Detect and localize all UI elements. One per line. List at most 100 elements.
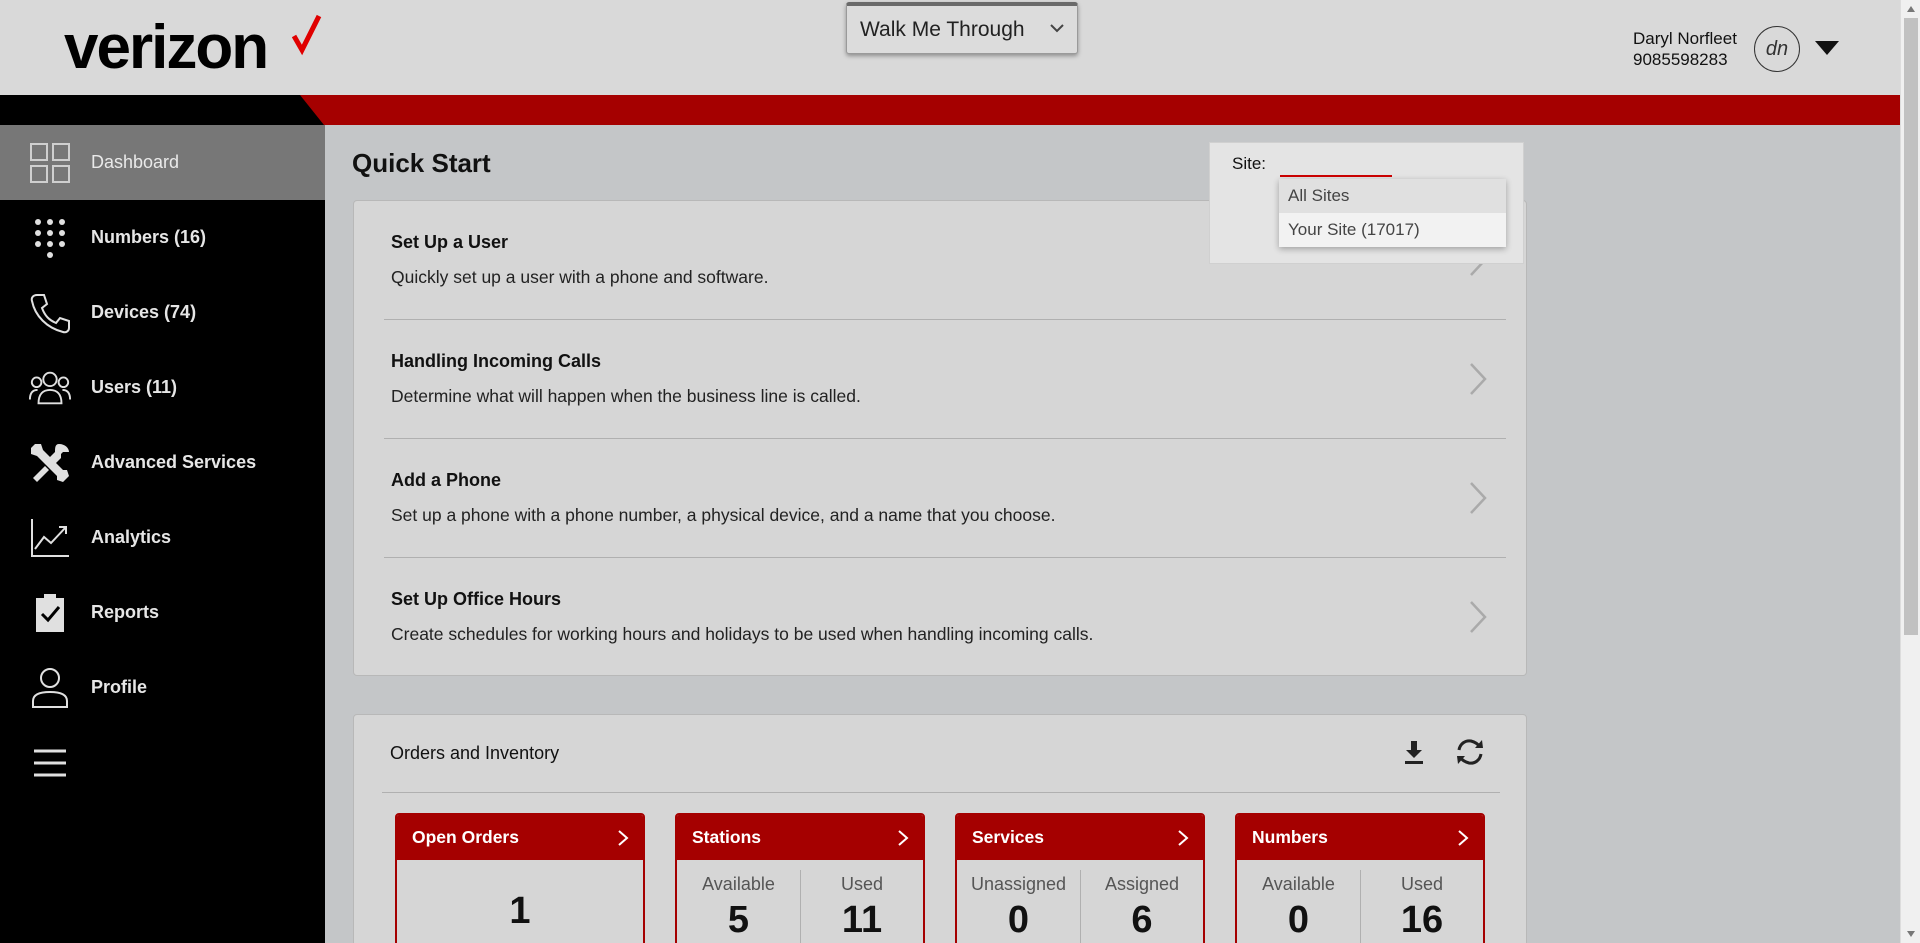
sidebar-item-label: Analytics: [91, 527, 172, 547]
tile-col-label: Used: [840, 874, 884, 894]
sidebar-item-dashboard[interactable]: Dashboard: [0, 125, 325, 200]
tile-col-label: Unassigned: [970, 874, 1067, 894]
tile-col-assigned: Assigned 6: [1080, 870, 1203, 943]
tile-header[interactable]: Numbers: [1237, 815, 1483, 860]
quick-start-card: Set Up a User Quickly set up a user with…: [353, 200, 1527, 676]
site-option-all-sites[interactable]: All Sites: [1279, 179, 1506, 213]
orders-inventory-card: Orders and Inventory Open Orders 1 Stati…: [353, 714, 1527, 943]
tile-col-value: 5: [727, 899, 750, 941]
tile-col-value: 6: [1131, 899, 1153, 941]
chevron-right-icon: [1458, 830, 1469, 846]
tile-body: Unassigned 0 Assigned 6: [957, 860, 1203, 943]
tile-body: 1: [397, 860, 643, 943]
tile-col-value: 11: [841, 899, 883, 941]
tile-col-value: 16: [1400, 899, 1444, 941]
clipboard-check-icon: [28, 591, 72, 635]
tile-value: 1: [509, 890, 531, 932]
sidebar-item-label: Users (11): [91, 377, 178, 397]
tile-col-value: 0: [1287, 899, 1310, 941]
person-icon: [28, 666, 72, 710]
sidebar-item-analytics[interactable]: Analytics: [0, 500, 325, 575]
tile-col-unassigned: Unassigned 0: [957, 860, 1080, 943]
keypad-icon: [28, 216, 72, 260]
tile-title: Open Orders: [412, 827, 519, 847]
refresh-icon[interactable]: [1454, 737, 1486, 767]
verizon-logo[interactable]: verizon: [64, 12, 269, 83]
sidebar-item-label: Numbers (16): [91, 227, 207, 247]
tile-col-used: Used 16: [1360, 870, 1483, 943]
site-option-your-site[interactable]: Your Site (17017): [1279, 213, 1506, 247]
sidebar-item-label: Dashboard: [91, 152, 180, 172]
tile-body: Available 0 Used 16: [1237, 860, 1483, 943]
line-chart-icon: [28, 516, 72, 560]
quick-start-office-hours[interactable]: Set Up Office Hours Create schedules for…: [384, 558, 1506, 677]
sidebar-item-label: Advanced Services: [91, 452, 257, 472]
users-group-icon: [28, 366, 72, 410]
tile-col-label: Available: [1262, 874, 1335, 894]
sidebar-item-label: Devices (74): [91, 302, 197, 322]
scroll-down-arrow-icon[interactable]: [1906, 930, 1916, 938]
sidebar-item-label: Reports: [91, 602, 160, 622]
tile-title: Numbers: [1252, 827, 1328, 847]
chevron-right-icon: [1470, 601, 1487, 633]
quick-start-item-desc: Set up a phone with a phone number, a ph…: [391, 505, 1056, 525]
download-icon[interactable]: [1402, 739, 1426, 765]
sidebar-item-users[interactable]: Users (11): [0, 350, 325, 425]
quick-start-item-desc: Create schedules for working hours and h…: [391, 624, 1094, 644]
divider: [382, 792, 1500, 793]
top-header: verizon Walk Me Through Daryl Norfleet 9…: [0, 0, 1900, 95]
verizon-check-icon: [292, 14, 322, 56]
tile-services[interactable]: Services Unassigned 0 Assigned 6: [955, 813, 1205, 943]
site-input[interactable]: [1280, 149, 1392, 177]
tile-col-used: Used 11: [800, 870, 923, 943]
quick-start-item-desc: Quickly set up a user with a phone and s…: [391, 267, 769, 287]
chevron-down-icon: [1050, 24, 1064, 33]
user-name: Daryl Norfleet: [1633, 29, 1737, 48]
tile-col-label: Used: [1400, 874, 1444, 894]
chevron-right-icon: [1470, 482, 1487, 514]
site-label: Site:: [1232, 154, 1267, 173]
dashboard-grid-icon: [28, 141, 72, 185]
tile-header[interactable]: Stations: [677, 815, 923, 860]
page-title: Quick Start: [352, 148, 491, 178]
sidebar-item-advanced-services[interactable]: Advanced Services: [0, 425, 325, 500]
sidebar-item-numbers[interactable]: Numbers (16): [0, 200, 325, 275]
tile-col-available: Available 0: [1237, 860, 1360, 943]
tile-col-label: Available: [702, 874, 775, 894]
chevron-right-icon: [898, 830, 909, 846]
user-menu-caret-icon[interactable]: [1814, 40, 1840, 56]
orders-inventory-title: Orders and Inventory: [390, 743, 560, 763]
user-phone: 9085598283: [1633, 50, 1728, 69]
quick-start-item-desc: Determine what will happen when the busi…: [391, 386, 861, 406]
sidebar: Dashboard Numbers (16) Devices (74) User…: [0, 125, 325, 943]
tools-icon: [28, 441, 72, 485]
sidebar-menu-toggle[interactable]: [0, 725, 325, 800]
tile-title: Stations: [692, 827, 762, 847]
sidebar-item-devices[interactable]: Devices (74): [0, 275, 325, 350]
chevron-right-icon: [1178, 830, 1189, 846]
scroll-up-arrow-icon[interactable]: [1906, 5, 1916, 13]
tile-header[interactable]: Open Orders: [397, 815, 643, 860]
tile-stations[interactable]: Stations Available 5 Used 11: [675, 813, 925, 943]
tile-title: Services: [972, 827, 1045, 847]
hamburger-icon: [28, 741, 72, 785]
phone-handset-icon: [28, 291, 72, 335]
quick-start-handling-incoming-calls[interactable]: Handling Incoming Calls Determine what w…: [384, 320, 1506, 439]
scrollbar-thumb[interactable]: [1904, 18, 1918, 635]
quick-start-item-title: Handling Incoming Calls: [391, 351, 602, 371]
sidebar-item-reports[interactable]: Reports: [0, 575, 325, 650]
quick-start-item-title: Set Up Office Hours: [391, 589, 562, 609]
tile-numbers[interactable]: Numbers Available 0 Used 16: [1235, 813, 1485, 943]
quick-start-add-phone[interactable]: Add a Phone Set up a phone with a phone …: [384, 439, 1506, 558]
quick-start-item-title: Set Up a User: [391, 232, 509, 252]
tile-header[interactable]: Services: [957, 815, 1203, 860]
site-dropdown: All Sites Your Site (17017): [1279, 179, 1506, 247]
page-scrollbar[interactable]: [1900, 0, 1920, 943]
walk-me-through-button[interactable]: Walk Me Through: [846, 2, 1078, 54]
tile-col-value: 0: [1007, 899, 1030, 941]
sidebar-item-label: Profile: [91, 677, 148, 697]
sidebar-item-profile[interactable]: Profile: [0, 650, 325, 725]
tile-open-orders[interactable]: Open Orders 1: [395, 813, 645, 943]
tile-body: Available 5 Used 11: [677, 860, 923, 943]
avatar[interactable]: dn: [1754, 26, 1800, 72]
